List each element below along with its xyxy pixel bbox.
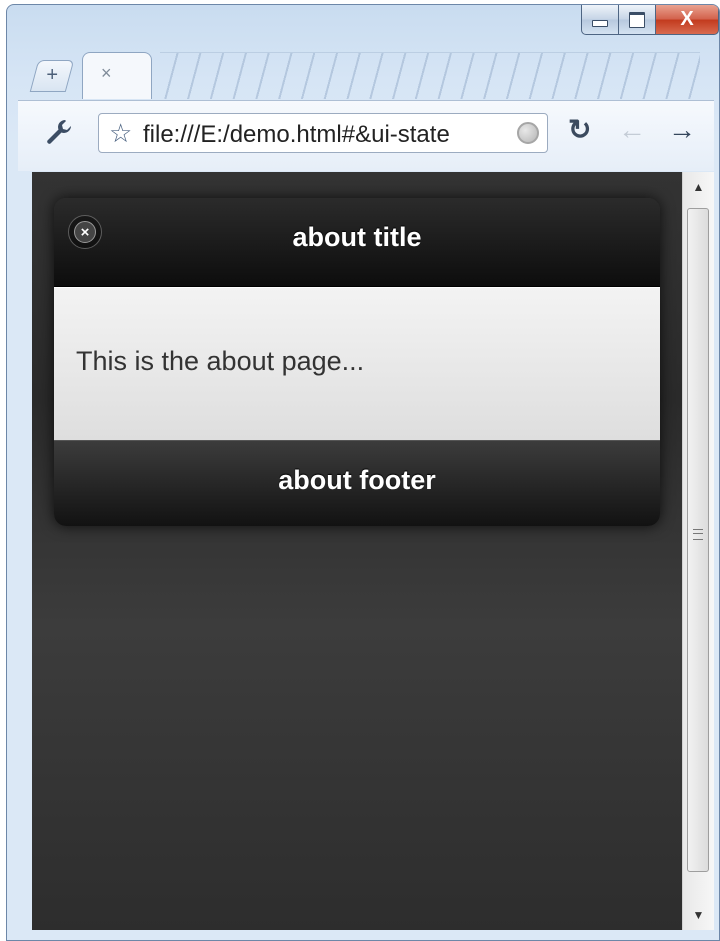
window-close-button[interactable]: X	[655, 5, 719, 35]
active-tab[interactable]: ×	[82, 52, 152, 99]
tab-strip-background	[160, 52, 700, 99]
star-icon[interactable]: ☆	[109, 120, 132, 146]
maximize-icon	[629, 11, 645, 28]
grip-icon	[693, 529, 703, 540]
address-bar[interactable]: ☆ file:///E:/demo.html#&ui-state	[98, 113, 548, 153]
minimize-icon	[592, 20, 608, 27]
dialog-title: about title	[292, 222, 422, 252]
about-dialog: × about title This is the about page... …	[54, 198, 660, 526]
plus-icon: +	[46, 64, 59, 86]
scroll-up-icon[interactable]: ▲	[683, 172, 714, 202]
globe-icon	[517, 122, 539, 144]
dialog-content: This is the about page...	[54, 287, 660, 440]
vertical-scrollbar[interactable]: ▲ ▼	[682, 172, 714, 930]
new-tab-button[interactable]: +	[29, 60, 75, 92]
dialog-header: × about title	[54, 198, 660, 287]
tab-strip: + ×	[20, 46, 710, 100]
page-viewport: × about title This is the about page... …	[32, 172, 682, 930]
scroll-thumb[interactable]	[687, 208, 709, 872]
back-icon[interactable]: ←	[618, 115, 646, 145]
maximize-button[interactable]	[618, 5, 656, 35]
forward-icon[interactable]: →	[668, 115, 696, 145]
dialog-footer: about footer	[54, 440, 660, 526]
dialog-body-text: This is the about page...	[76, 346, 365, 376]
window-controls: X	[581, 5, 719, 39]
wrench-icon[interactable]	[44, 117, 74, 147]
scroll-down-icon[interactable]: ▼	[683, 900, 714, 930]
tab-close-icon[interactable]: ×	[101, 63, 112, 84]
minimize-button[interactable]	[581, 5, 619, 35]
dialog-footer-text: about footer	[278, 465, 436, 495]
browser-toolbar: ☆ file:///E:/demo.html#&ui-state ↻ ← →	[18, 100, 714, 171]
url-text[interactable]: file:///E:/demo.html#&ui-state	[143, 121, 503, 149]
window-close-icon: X	[680, 8, 694, 30]
reload-icon[interactable]: ↻	[568, 115, 591, 145]
